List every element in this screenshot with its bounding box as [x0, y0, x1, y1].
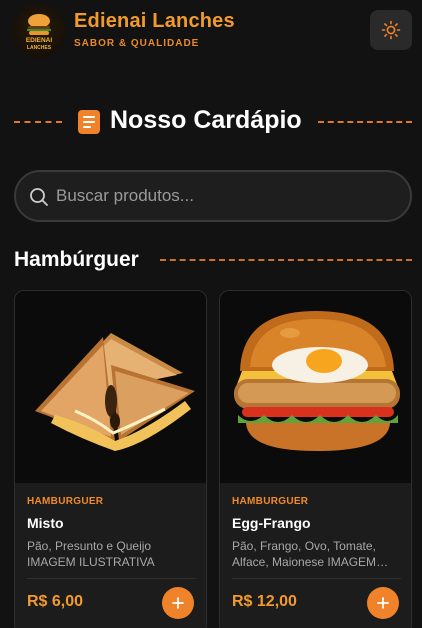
theme-toggle-button[interactable]: [370, 10, 412, 50]
product-card[interactable]: HAMBURGUER Misto Pão, Presunto e Queijo …: [14, 290, 207, 628]
product-card[interactable]: HAMBURGUER Egg-Frango Pão, Frango, Ovo, …: [219, 290, 412, 628]
product-category: HAMBURGUER: [27, 496, 104, 507]
brand-tagline: SABOR & QUALIDADE: [74, 38, 200, 49]
product-description: Pão, Frango, Ovo, Tomate, Alface, Maione…: [232, 539, 377, 569]
product-price: R$ 12,00: [232, 593, 297, 610]
plus-icon: [172, 597, 184, 609]
product-name: Egg-Frango: [232, 515, 311, 531]
product-name: Misto: [27, 515, 64, 531]
svg-text:EDIENAI: EDIENAI: [26, 37, 53, 44]
category-divider: [160, 259, 412, 261]
category-title: Hambúrguer: [14, 248, 139, 271]
brand-name: Edienai Lanches: [74, 10, 235, 32]
page-title: Nosso Cardápio: [110, 106, 302, 134]
svg-text:LANCHES: LANCHES: [27, 45, 52, 51]
menu-title-row: Nosso Cardápio: [14, 104, 412, 140]
search-input[interactable]: [56, 182, 396, 210]
product-description: Pão, Presunto e Queijo IMAGEM ILUSTRATIV…: [27, 539, 155, 569]
card-divider: [232, 578, 401, 579]
product-category: HAMBURGUER: [232, 496, 309, 507]
plus-icon: [377, 597, 389, 609]
header: EDIENAI LANCHES Edienai Lanches SABOR & …: [0, 0, 422, 62]
add-to-cart-button[interactable]: [367, 587, 399, 619]
title-divider-right: [318, 121, 412, 123]
card-divider: [27, 578, 196, 579]
sun-icon: [381, 20, 401, 40]
brand-logo[interactable]: EDIENAI LANCHES: [12, 4, 66, 58]
toasted-sandwich-image: [15, 291, 206, 483]
title-divider-left: [14, 121, 62, 123]
add-to-cart-button[interactable]: [162, 587, 194, 619]
search-bar[interactable]: [14, 170, 412, 222]
menu-list-icon: [78, 110, 100, 134]
product-price: R$ 6,00: [27, 593, 84, 610]
chicken-egg-burger-image: [220, 291, 411, 483]
search-icon: [30, 188, 48, 206]
